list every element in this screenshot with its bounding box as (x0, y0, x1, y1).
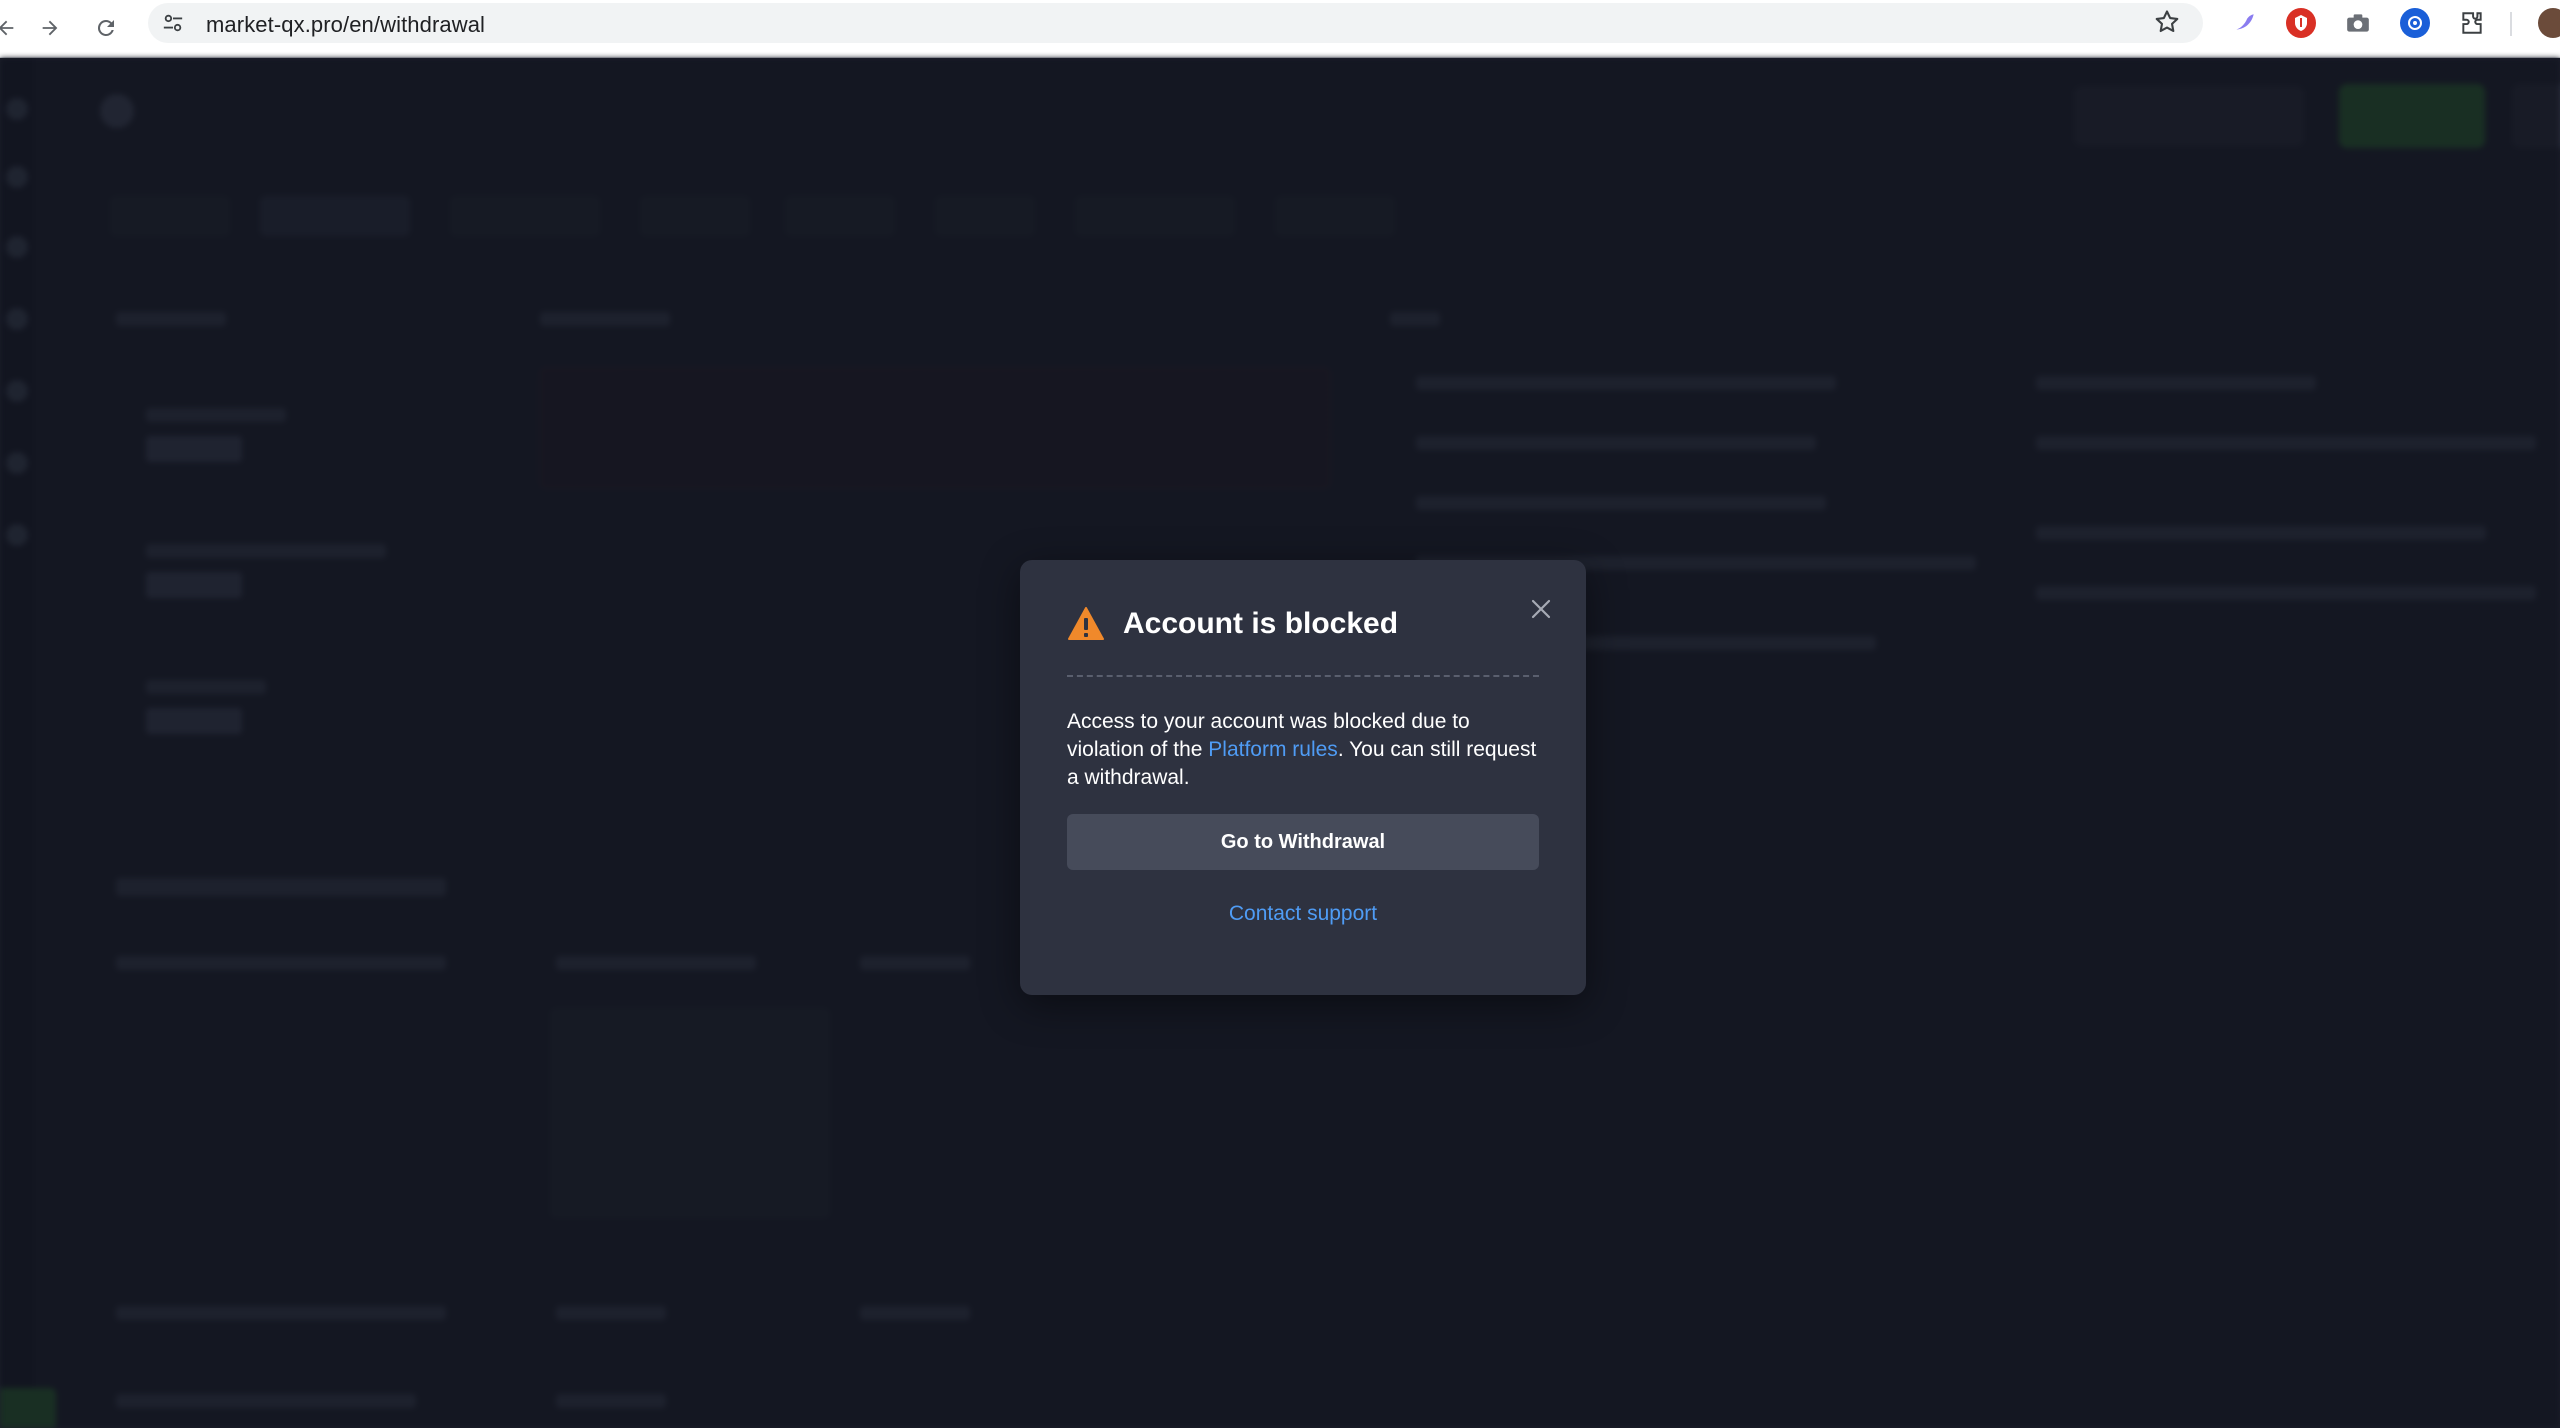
modal-divider (1067, 675, 1539, 677)
modal-title: Account is blocked (1123, 607, 1399, 640)
platform-rules-link[interactable]: Platform rules (1208, 738, 1338, 761)
modal-message: Access to your account was blocked due t… (1067, 708, 1547, 792)
browser-toolbar: market-qx.pro/en/withdrawal (0, 0, 2560, 58)
reload-icon (97, 19, 114, 36)
forward-button[interactable] (30, 8, 70, 48)
account-blocked-modal: Account is blocked Access to your accoun… (1020, 560, 1586, 995)
shield-extension-icon[interactable] (2286, 8, 2316, 38)
modal-header: Account is blocked (1067, 606, 1398, 642)
go-to-withdrawal-button[interactable]: Go to Withdrawal (1067, 814, 1539, 870)
reload-button[interactable] (86, 8, 126, 48)
puzzle-extension-icon[interactable] (2457, 8, 2487, 38)
back-button[interactable] (0, 8, 26, 48)
close-icon[interactable] (1526, 594, 1556, 624)
profile-avatar[interactable] (2538, 8, 2560, 38)
blue-extension-icon[interactable] (2400, 8, 2430, 38)
contact-support-link[interactable]: Contact support (1067, 902, 1539, 926)
site-settings-icon[interactable] (162, 12, 184, 34)
camera-extension-icon[interactable] (2343, 8, 2373, 38)
url-text: market-qx.pro/en/withdrawal (206, 12, 486, 37)
arrow-right-icon (42, 20, 58, 36)
toolbar-divider (2510, 12, 2512, 36)
feather-extension-icon[interactable] (2230, 8, 2260, 38)
address-bar[interactable]: market-qx.pro/en/withdrawal (148, 3, 2203, 43)
arrow-left-icon (0, 20, 14, 36)
star-icon[interactable] (2153, 8, 2181, 36)
warning-icon (1068, 607, 1104, 640)
